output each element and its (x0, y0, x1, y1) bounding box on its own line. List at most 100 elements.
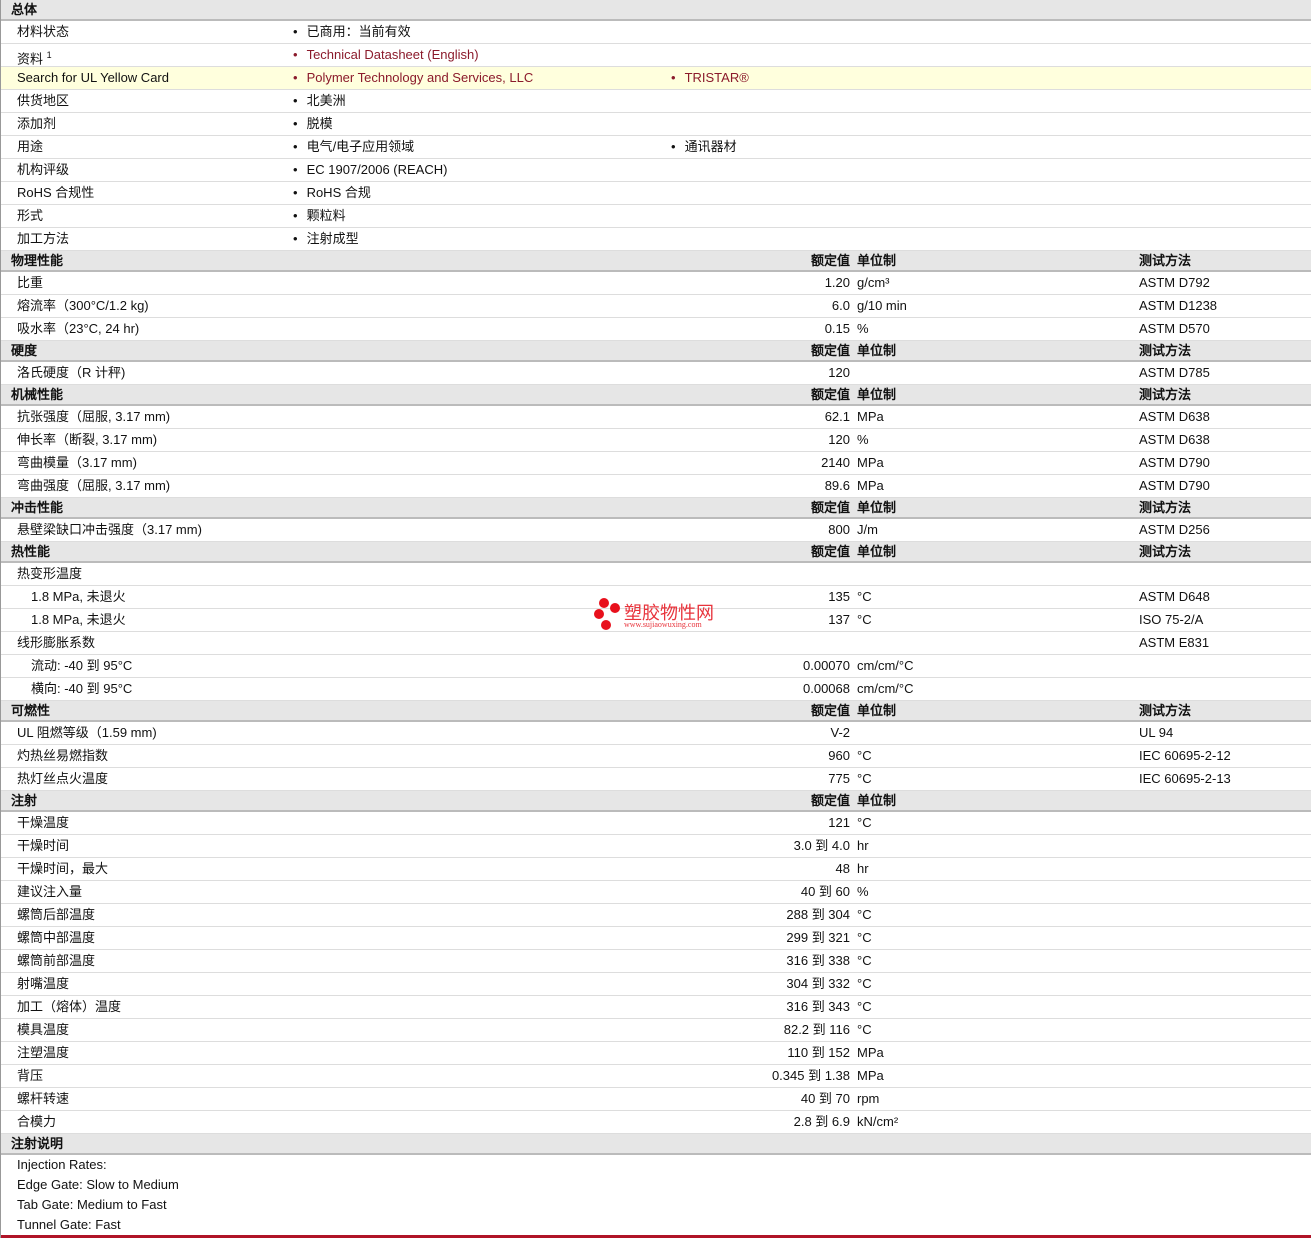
property-row: 灼热丝易燃指数 960 °C IEC 60695-2-12 (1, 745, 1311, 768)
property-value: 0.15 (824, 321, 850, 336)
property-value: 775 (828, 771, 850, 786)
test-method: IEC 60695-2-12 (1139, 748, 1231, 763)
property-label: UL 阻燃等级（1.59 mm) (17, 725, 157, 740)
property-row: 干燥温度 121 °C (1, 812, 1311, 835)
section-header: 冲击性能 额定值 单位制 测试方法 (1, 498, 1311, 519)
property-unit: hr (857, 861, 869, 876)
property-value: 137 (828, 612, 850, 627)
section-title: 注射 (11, 793, 38, 808)
section-header: 物理性能 额定值 单位制 测试方法 (1, 251, 1311, 272)
property-row: 用途 电气/电子应用领域 通讯器材 (1, 136, 1311, 159)
test-method: ASTM D648 (1139, 589, 1210, 604)
property-row: 伸长率（断裂, 3.17 mm) 120% ASTM D638 (1, 429, 1311, 452)
property-unit: MPa (857, 1068, 884, 1083)
property-unit: °C (857, 953, 872, 968)
test-method: IEC 60695-2-13 (1139, 771, 1231, 786)
link-item[interactable]: Technical Datasheet (English) (293, 44, 479, 66)
section-header: 注射 额定值 单位制 (1, 791, 1311, 812)
test-method: ASTM E831 (1139, 635, 1210, 650)
column-header-unit: 单位制 (857, 253, 897, 268)
property-value: 89.6 (824, 478, 850, 493)
property-value: 2140 (821, 455, 850, 470)
property-value: 800 (828, 522, 850, 537)
property-label: 螺筒后部温度 (17, 907, 96, 922)
footnote-marker: 1 (46, 50, 52, 60)
property-label: 螺筒前部温度 (17, 953, 96, 968)
datasheet: 总体材料状态已商用：当前有效资料 1Technical Datasheet (E… (0, 0, 1311, 1238)
link-item[interactable]: TRISTAR® (671, 67, 749, 89)
column-header-value: 额定值 (810, 387, 850, 402)
property-row: 洛氏硬度（R 计秤) 120 ASTM D785 (1, 362, 1311, 385)
column-header-value: 额定值 (810, 793, 850, 808)
property-label: 注塑温度 (17, 1045, 70, 1060)
property-label: 用途 (17, 139, 44, 154)
property-row: Search for UL Yellow Card Polymer Technol… (1, 67, 1311, 90)
column-header-method: 测试方法 (1139, 544, 1192, 559)
property-row: 螺筒后部温度 288 到 304 °C (1, 904, 1311, 927)
column-header-unit: 单位制 (857, 387, 897, 402)
property-unit: g/10 min (857, 298, 907, 313)
property-value: 135 (828, 589, 850, 604)
property-row: 横向: -40 到 95°C 0.00068 cm/cm/°C (1, 678, 1311, 701)
section-header: 硬度 额定值 单位制 测试方法 (1, 341, 1311, 362)
note-line: Tab Gate: Medium to Fast (17, 1197, 167, 1212)
property-label: 螺杆转速 (17, 1091, 70, 1106)
property-label: 吸水率（23°C, 24 hr) (17, 321, 140, 336)
property-row: 射嘴温度 304 到 332 °C (1, 973, 1311, 996)
column-header-value: 额定值 (810, 500, 850, 515)
column-header-unit: 单位制 (857, 793, 897, 808)
property-row: RoHS 合规性 RoHS 合规 (1, 182, 1311, 205)
section-header: 机械性能 额定值 单位制 测试方法 (1, 385, 1311, 406)
property-label: 加工方法 (17, 231, 70, 246)
property-label: 背压 (17, 1068, 44, 1083)
property-unit: rpm (857, 1091, 880, 1106)
value-item: 注射成型 (293, 228, 359, 250)
property-label: 灼热丝易燃指数 (17, 748, 109, 763)
section-title: 总体 (11, 2, 38, 17)
test-method: ASTM D638 (1139, 409, 1210, 424)
property-label: 弯曲模量（3.17 mm) (17, 455, 137, 470)
property-row: 干燥时间 3.0 到 4.0 hr (1, 835, 1311, 858)
section-title: 硬度 (11, 343, 38, 358)
property-row: 加工（熔体）温度 316 到 343 °C (1, 996, 1311, 1019)
property-value: 316 到 343 (786, 999, 850, 1014)
property-label: 热灯丝点火温度 (17, 771, 109, 786)
property-row: 热变形温度 (1, 563, 1311, 586)
property-label: 干燥时间，最大 (17, 861, 109, 876)
column-header-value: 额定值 (810, 703, 850, 718)
property-unit: °C (857, 612, 872, 627)
column-header-unit: 单位制 (857, 500, 897, 515)
property-unit: % (857, 884, 869, 899)
property-row: 干燥时间，最大 48 hr (1, 858, 1311, 881)
property-unit: cm/cm/°C (857, 658, 914, 673)
property-label: 供货地区 (17, 93, 70, 108)
property-label: 加工（熔体）温度 (17, 999, 122, 1014)
property-row: 螺筒前部温度 316 到 338 °C (1, 950, 1311, 973)
property-value: 120 (828, 365, 850, 380)
value-item: RoHS 合规 (293, 182, 371, 204)
property-unit: % (857, 321, 869, 336)
property-value: 40 到 60 (800, 884, 850, 899)
note-line: Edge Gate: Slow to Medium (17, 1177, 179, 1192)
property-value: 2.8 到 6.9 (793, 1114, 850, 1129)
property-unit: % (857, 432, 869, 447)
property-unit: g/cm³ (857, 275, 890, 290)
property-row: 机构评级 EC 1907/2006 (REACH) (1, 159, 1311, 182)
test-method: ASTM D790 (1139, 478, 1210, 493)
property-row: 螺杆转速 40 到 70 rpm (1, 1088, 1311, 1111)
section-title: 物理性能 (11, 253, 64, 268)
property-unit: °C (857, 748, 872, 763)
property-value: 960 (828, 748, 850, 763)
section-header: 总体 (1, 0, 1311, 21)
section-title: 注射说明 (11, 1136, 64, 1151)
property-label: 热变形温度 (17, 566, 83, 581)
link-item[interactable]: Polymer Technology and Services, LLC (293, 67, 534, 89)
property-label: 熔流率（300°C/1.2 kg) (17, 298, 149, 313)
note-line: Injection Rates: (17, 1157, 107, 1172)
test-method: ASTM D785 (1139, 365, 1210, 380)
property-label: Search for UL Yellow Card (17, 70, 169, 85)
property-value: 0.345 到 1.38 (771, 1068, 850, 1083)
property-row: 注塑温度 110 到 152 MPa (1, 1042, 1311, 1065)
column-header-unit: 单位制 (857, 703, 897, 718)
property-label: 模具温度 (17, 1022, 70, 1037)
